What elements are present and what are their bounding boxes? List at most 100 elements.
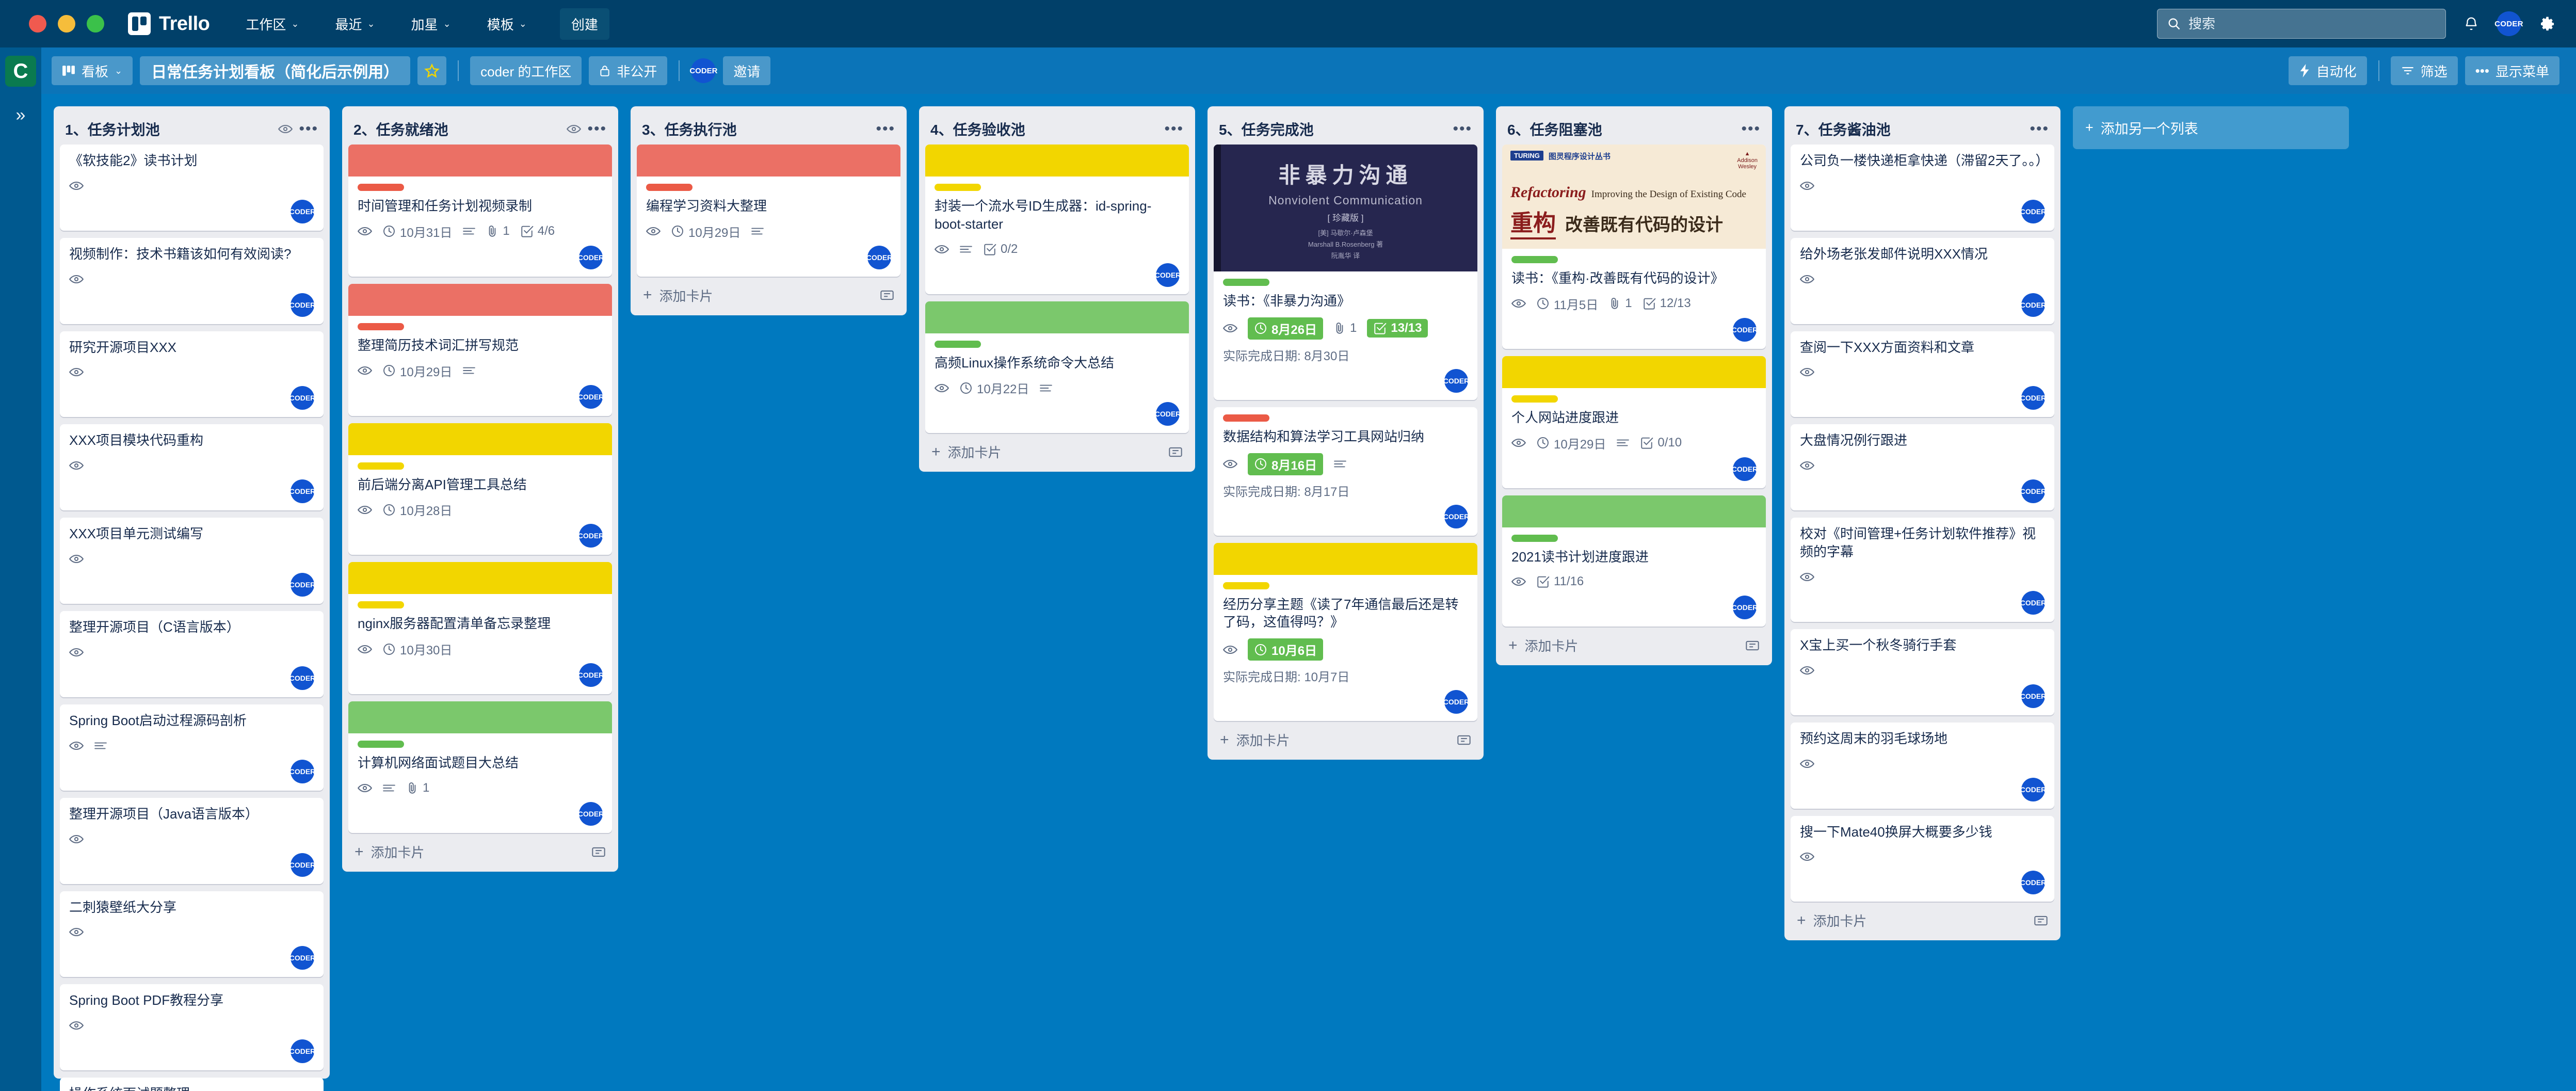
avatar[interactable]: CODER [1733, 457, 1757, 481]
add-card-button[interactable]: +添加卡片 [923, 433, 1191, 470]
card[interactable]: 大盘情况例行跟进CODER [1791, 424, 2054, 510]
avatar[interactable]: CODER [2021, 479, 2045, 503]
card[interactable]: 操作系统面试题整理CODER [60, 1078, 324, 1091]
expand-sidebar-icon[interactable]: » [16, 105, 26, 125]
avatar[interactable]: CODER [1156, 263, 1180, 287]
badge-due-date[interactable]: 10月29日 [382, 362, 452, 380]
card[interactable]: 研究开源项目XXXCODER [60, 331, 324, 418]
avatar[interactable]: CODER [867, 246, 891, 269]
card[interactable]: 二刺猿壁纸大分享CODER [60, 891, 324, 977]
add-list-button[interactable]: +添加另一个列表 [2073, 106, 2349, 149]
card-template-icon[interactable] [1745, 639, 1760, 652]
nav-item-recent[interactable]: 最近 ⌄ [332, 9, 378, 39]
list-title[interactable]: 7、任务酱油池 [1796, 119, 2023, 139]
create-button[interactable]: 创建 [560, 8, 609, 40]
list-title[interactable]: 1、任务计划池 [65, 119, 272, 139]
add-card-button[interactable]: +添加卡片 [346, 833, 614, 870]
avatar[interactable]: CODER [1156, 402, 1180, 426]
avatar[interactable]: CODER [2021, 200, 2045, 223]
card[interactable]: 计算机网络面试题目大总结1CODER [348, 701, 612, 833]
badge-due-date[interactable]: 10月29日 [671, 222, 740, 240]
avatar[interactable]: CODER [579, 246, 603, 269]
card-label[interactable] [1223, 582, 1269, 589]
avatar[interactable]: CODER [579, 385, 603, 409]
avatar[interactable]: CODER [1444, 505, 1468, 528]
badge-due-date-complete[interactable]: 8月16日 [1248, 453, 1323, 475]
card-template-icon[interactable] [591, 846, 606, 858]
avatar[interactable]: CODER [2021, 591, 2045, 615]
card-label[interactable] [358, 462, 404, 470]
card[interactable]: 整理开源项目（Java语言版本）CODER [60, 798, 324, 884]
card-template-icon[interactable] [1168, 446, 1183, 458]
card[interactable]: nginx服务器配置清单备忘录整理10月30日CODER [348, 562, 612, 694]
list-title[interactable]: 3、任务执行池 [642, 119, 870, 139]
board-title[interactable]: 日常任务计划看板（简化后示例用） [140, 56, 410, 85]
avatar[interactable]: CODER [2021, 293, 2045, 317]
workspace-avatar[interactable]: C [5, 56, 36, 87]
board-member-avatar[interactable]: CODER [691, 58, 716, 83]
show-menu-button[interactable]: ••• 显示菜单 [2465, 56, 2559, 85]
avatar[interactable]: CODER [1733, 318, 1757, 342]
badge-due-date[interactable]: 10月28日 [382, 501, 452, 519]
avatar[interactable]: CODER [291, 1039, 314, 1063]
card[interactable]: 校对《时间管理+任务计划软件推荐》视频的字幕CODER [1791, 518, 2054, 622]
card[interactable]: 给外场老张发邮件说明XXX情况CODER [1791, 238, 2054, 324]
list-title[interactable]: 4、任务验收池 [930, 119, 1158, 139]
card-label[interactable] [1223, 279, 1269, 286]
workspace-button[interactable]: coder 的工作区 [470, 56, 582, 85]
nav-item-workspaces[interactable]: 工作区 ⌄ [243, 9, 302, 39]
card[interactable]: 整理简历技术词汇拼写规范10月29日CODER [348, 284, 612, 416]
card[interactable]: 高频Linux操作系统命令大总结10月22日CODER [925, 301, 1189, 434]
card[interactable]: Spring Boot PDF教程分享CODER [60, 984, 324, 1070]
nav-item-starred[interactable]: 加星 ⌄ [408, 9, 454, 39]
card-label[interactable] [1511, 256, 1558, 263]
avatar[interactable]: CODER [291, 666, 314, 690]
avatar[interactable]: CODER [2021, 778, 2045, 801]
filter-button[interactable]: 筛选 [2391, 56, 2458, 85]
add-card-button[interactable]: +添加卡片 [1212, 721, 1479, 758]
board-view-switcher[interactable]: 看板 ⌄ [52, 56, 133, 85]
avatar[interactable]: CODER [2021, 871, 2045, 894]
avatar[interactable]: CODER [291, 853, 314, 877]
badge-due-date[interactable]: 10月31日 [382, 222, 452, 240]
list-actions-menu[interactable]: ••• [299, 124, 318, 134]
card[interactable]: 前后端分离API管理工具总结10月28日CODER [348, 423, 612, 555]
card[interactable]: X宝上买一个秋冬骑行手套CODER [1791, 629, 2054, 715]
gear-icon[interactable] [2539, 15, 2555, 32]
card[interactable]: 查阅一下XXX方面资料和文章CODER [1791, 331, 2054, 418]
avatar[interactable]: CODER [291, 200, 314, 223]
automation-button[interactable]: 自动化 [2289, 56, 2367, 85]
card[interactable]: 预约这周末的羽毛球场地CODER [1791, 723, 2054, 809]
avatar[interactable]: CODER [1733, 596, 1757, 619]
avatar[interactable]: CODER [291, 946, 314, 970]
list-title[interactable]: 6、任务阻塞池 [1507, 119, 1735, 139]
card[interactable]: 整理开源项目（C语言版本）CODER [60, 611, 324, 697]
badge-due-date[interactable]: 10月29日 [1536, 434, 1606, 452]
card[interactable]: XXX项目单元测试编写CODER [60, 518, 324, 604]
card-label[interactable] [358, 184, 404, 191]
card-label[interactable] [1511, 535, 1558, 542]
card-label[interactable] [935, 341, 981, 348]
card[interactable]: 编程学习资料大整理10月29日CODER [637, 145, 900, 277]
maximize-window-button[interactable] [87, 15, 104, 33]
card-template-icon[interactable] [880, 289, 894, 301]
list-actions-menu[interactable]: ••• [1741, 124, 1761, 134]
search-box[interactable] [2157, 9, 2446, 39]
close-window-button[interactable] [29, 15, 46, 33]
list-actions-menu[interactable]: ••• [587, 124, 607, 134]
list-actions-menu[interactable]: ••• [1453, 124, 1472, 134]
list-watch-icon[interactable] [278, 124, 293, 134]
avatar[interactable]: CODER [2021, 386, 2045, 410]
avatar[interactable]: CODER [291, 573, 314, 597]
card[interactable]: 数据结构和算法学习工具网站归纳8月16日实际完成日期: 8月17日CODER [1214, 407, 1477, 536]
card[interactable]: 封装一个流水号ID生成器：id-spring-boot-starter0/2CO… [925, 145, 1189, 294]
card[interactable]: 个人网站进度跟进10月29日0/10CODER [1502, 356, 1766, 488]
card[interactable]: 经历分享主题《读了7年通信最后还是转了码，这值得吗？》10月6日实际完成日期: … [1214, 543, 1477, 721]
card[interactable]: TURING图灵程序设计丛书▲AddisonWesleyRefactoringI… [1502, 145, 1766, 349]
card-template-icon[interactable] [2034, 914, 2048, 927]
badge-due-date[interactable]: 10月22日 [959, 379, 1029, 397]
avatar[interactable]: CODER [1444, 690, 1468, 714]
list-actions-menu[interactable]: ••• [876, 124, 895, 134]
list-watch-icon[interactable] [567, 124, 581, 134]
star-board-button[interactable] [417, 56, 446, 85]
